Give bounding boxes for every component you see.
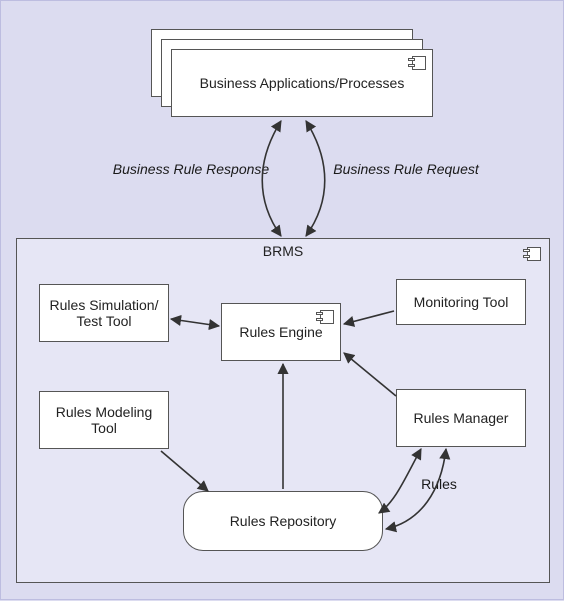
component-icon <box>408 56 426 70</box>
monitoring-tool-label: Monitoring Tool <box>414 294 509 310</box>
rules-engine-label: Rules Engine <box>239 324 322 340</box>
rules-simulation-test-tool: Rules Simulation/ Test Tool <box>39 284 169 342</box>
rules-modeling-label: Rules Modeling Tool <box>46 404 162 436</box>
brms-title: BRMS <box>17 243 549 259</box>
rules-modeling-tool: Rules Modeling Tool <box>39 391 169 449</box>
business-rule-response-label: Business Rule Response <box>106 161 276 177</box>
brms-architecture-diagram: Business Applications/Processes Business… <box>0 0 564 600</box>
business-rule-request-label: Business Rule Request <box>321 161 491 177</box>
rules-manager: Rules Manager <box>396 389 526 447</box>
business-apps-label: Business Applications/Processes <box>200 75 405 91</box>
rules-manager-label: Rules Manager <box>414 410 509 426</box>
rules-repository: Rules Repository <box>183 491 383 551</box>
rules-repository-label: Rules Repository <box>230 513 337 529</box>
monitoring-tool: Monitoring Tool <box>396 279 526 325</box>
rules-engine: Rules Engine <box>221 303 341 361</box>
component-icon <box>316 310 334 324</box>
business-applications-processes: Business Applications/Processes <box>171 49 433 117</box>
component-icon <box>523 247 541 261</box>
rules-edge-label: Rules <box>409 476 469 492</box>
rules-sim-test-label: Rules Simulation/ Test Tool <box>50 297 159 329</box>
